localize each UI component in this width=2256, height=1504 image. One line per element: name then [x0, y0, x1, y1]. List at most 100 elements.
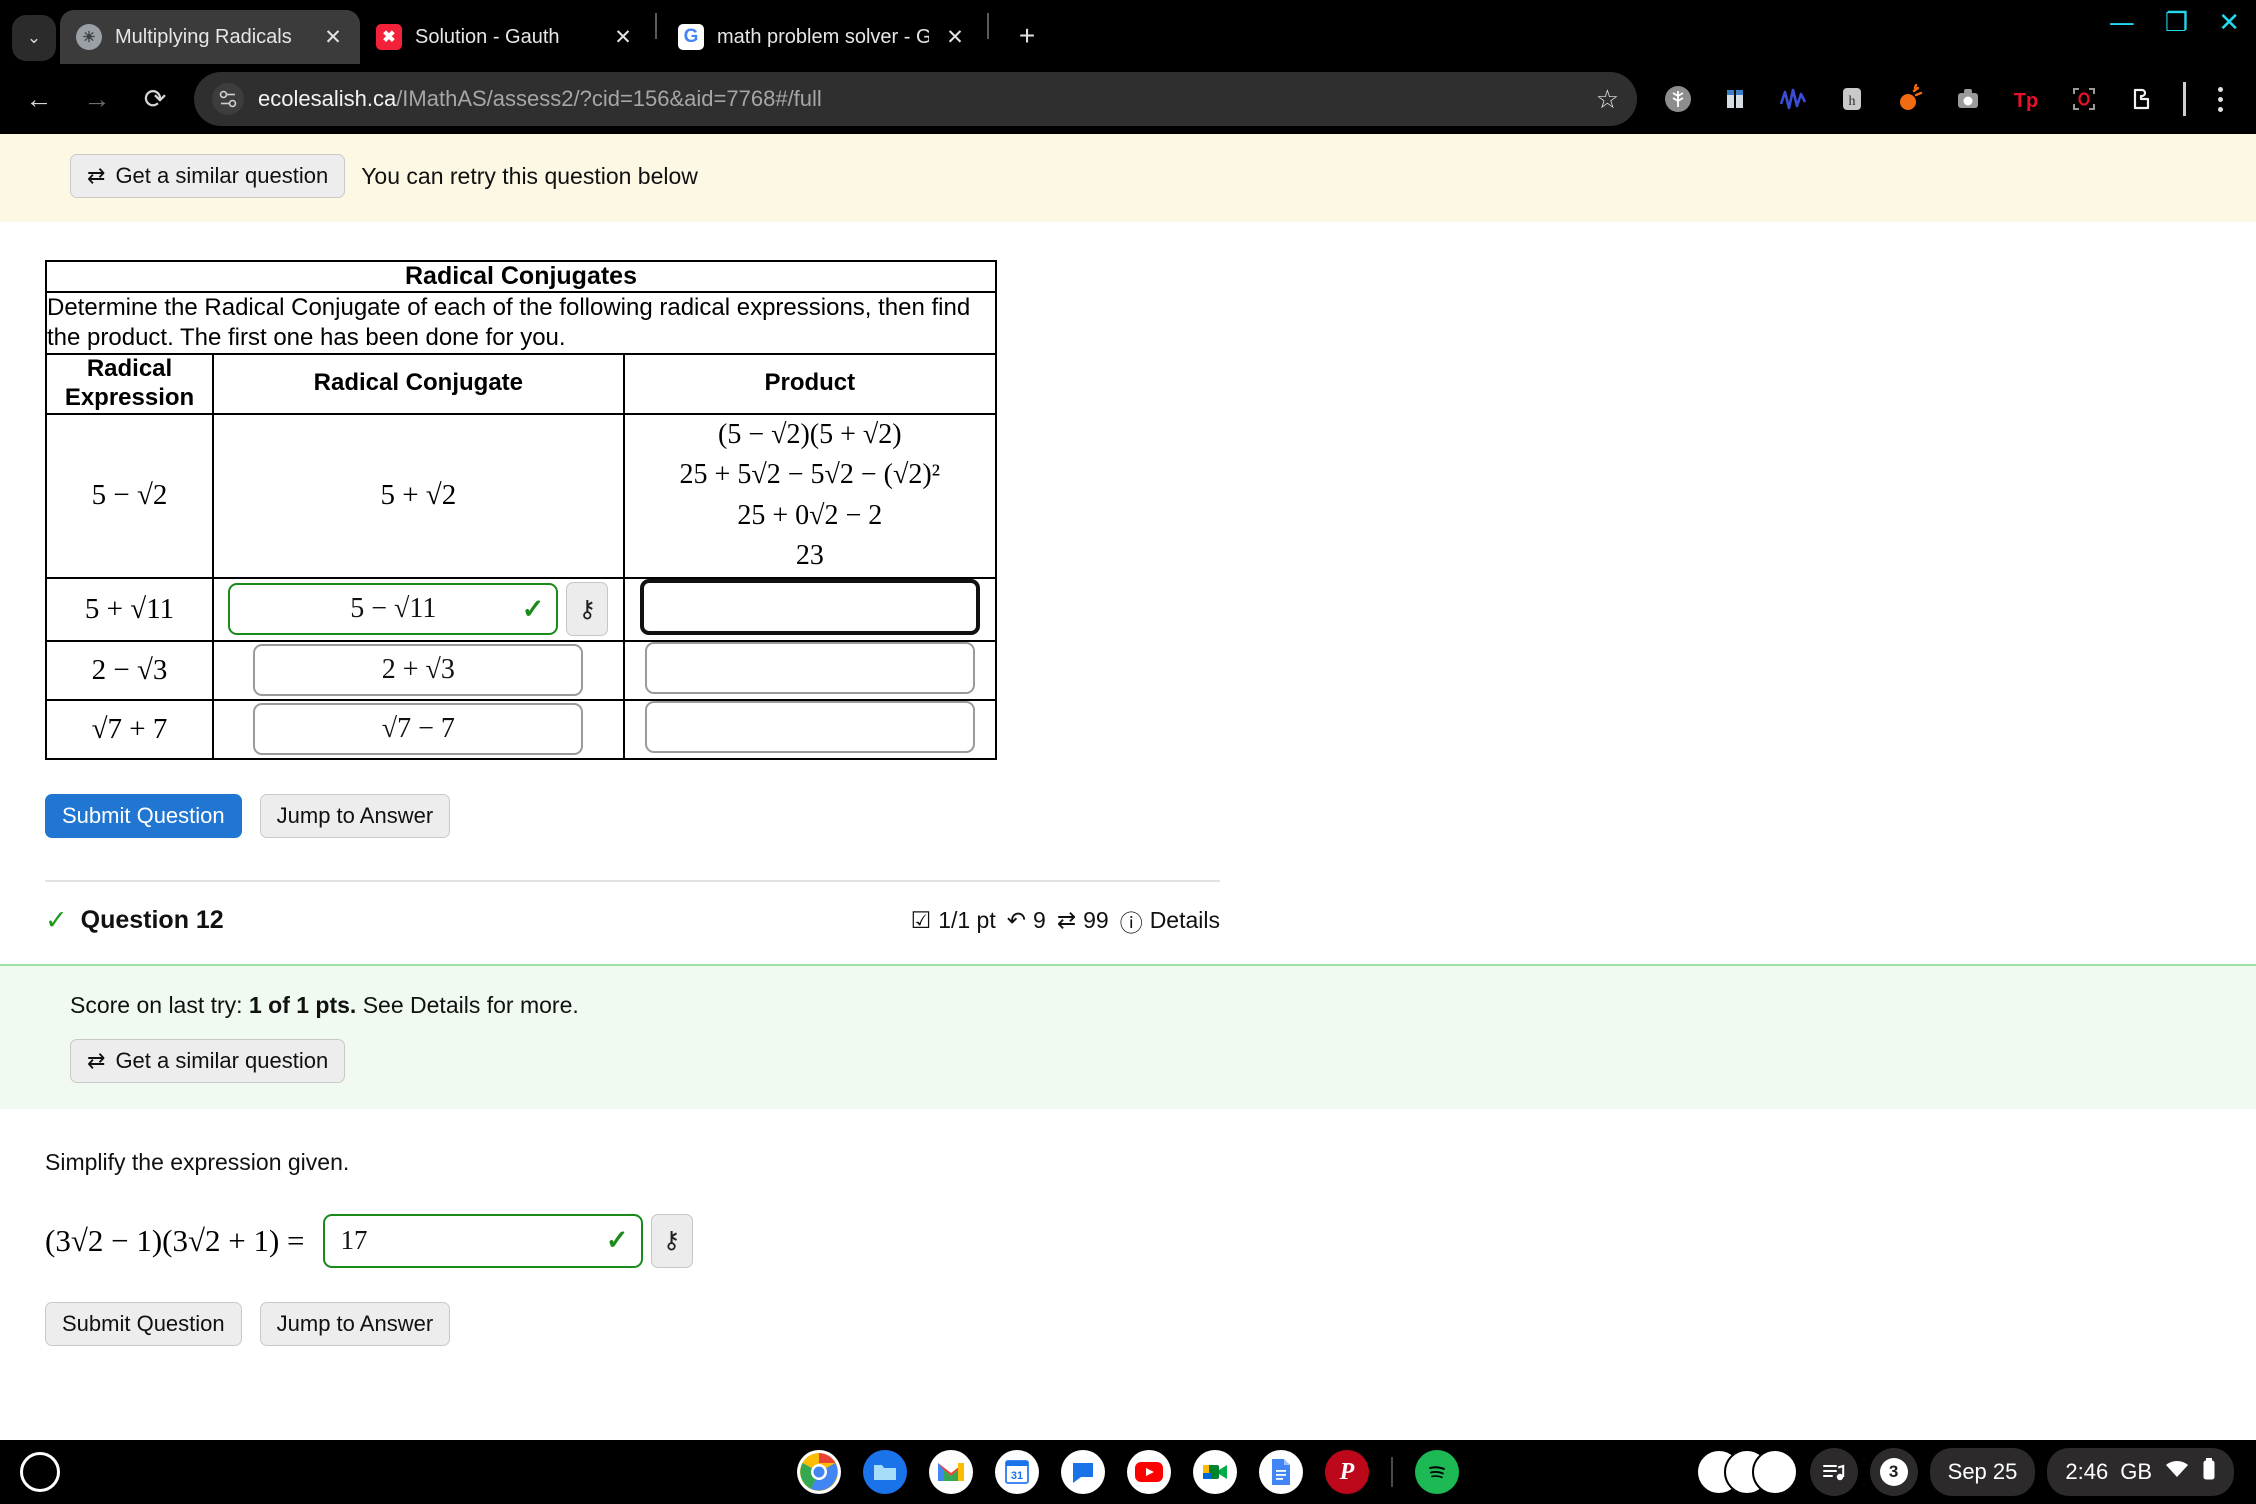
site-settings-icon[interactable] [212, 83, 244, 115]
reload-icon[interactable]: ⟳ [126, 70, 184, 128]
cell-conjugate-input: 2 + √3 [212, 639, 625, 701]
notifications-button[interactable]: 3 [1869, 1448, 1918, 1496]
tab-close-icon[interactable]: ✕ [942, 25, 968, 50]
retries-value: 99 [1083, 907, 1109, 934]
forward-icon[interactable]: → [68, 70, 126, 128]
pinterest-icon[interactable]: P [1325, 1450, 1369, 1494]
tab-multiplying-radicals[interactable]: ☀ Multiplying Radicals ✕ [60, 10, 360, 64]
google-icon: G [678, 24, 704, 50]
product-line: 25 + 5√2 − 5√2 − (√2)² [679, 459, 941, 491]
restore-icon[interactable]: ❐ [2165, 10, 2188, 36]
shelf-app-icons: 31 P [797, 1450, 1459, 1494]
address-bar[interactable]: ecolesalish.ca/IMathAS/assess2/?cid=156&… [194, 72, 1637, 126]
browser-menu-icon[interactable] [2198, 86, 2242, 112]
tab-search-button[interactable]: ⌄ [12, 15, 56, 61]
tab-close-icon[interactable]: ✕ [320, 25, 346, 50]
chevron-down-icon: ⌄ [26, 28, 42, 47]
question-12-answer-input[interactable]: 17 ✓ [322, 1213, 643, 1268]
gmail-icon[interactable] [929, 1450, 973, 1494]
status-area: 3 Sep 25 2:46 GB [1695, 1448, 2256, 1496]
product-line: 25 + 0√2 − 2 [737, 499, 883, 531]
submit-question-button-top[interactable]: Submit Question [45, 793, 242, 838]
docs-icon[interactable] [1259, 1450, 1303, 1494]
url-path: /IMathAS/assess2/?cid=156&aid=7768#/full [396, 86, 822, 111]
scan-extension-icon[interactable] [2055, 71, 2113, 127]
info-icon: ⓘ [1119, 909, 1143, 936]
bookmark-star-icon[interactable]: ☆ [1596, 84, 1619, 115]
globe-icon: ☀ [76, 24, 102, 50]
table-title: Radical Conjugates [45, 260, 997, 293]
launcher-button[interactable] [20, 1452, 60, 1492]
details-link[interactable]: ⓘ Details [1120, 904, 1220, 938]
retry-alert-banner: ⇄ Get a similar question You can retry t… [0, 134, 2256, 222]
score-text: Score on last try: 1 of 1 pts. See Detai… [70, 992, 2256, 1019]
conjugate-input-row2[interactable]: 5 − √11 ✓ [228, 583, 559, 636]
answer-row: (3√2 − 1)(3√2 + 1) = 17 ✓ ⚷ [45, 1213, 2256, 1268]
columns-extension-icon[interactable] [1707, 71, 1765, 127]
meet-icon[interactable] [1193, 1450, 1237, 1494]
jump-to-answer-button-top[interactable]: Jump to Answer [259, 793, 451, 838]
get-similar-question-button-top[interactable]: ⇄ Get a similar question [70, 154, 346, 198]
chrome-icon[interactable] [797, 1450, 841, 1494]
tab-math-problem-solver[interactable]: G math problem solver - Google S ✕ [662, 10, 982, 64]
answer-value: 17 [340, 1225, 368, 1256]
gauth-icon: ✖ [376, 24, 402, 50]
submit-question-button-q12[interactable]: Submit Question [45, 1301, 242, 1346]
waveform-extension-icon[interactable] [1765, 71, 1823, 127]
puzzle-extensions-icon[interactable] [2113, 71, 2171, 127]
camera-extension-icon[interactable] [1939, 71, 1997, 127]
conjugate-input-row4[interactable]: √7 − 7 [253, 703, 584, 756]
math-keyboard-button-q12[interactable]: ⚷ [650, 1213, 693, 1268]
battery-icon [2202, 1457, 2216, 1487]
youtube-icon[interactable] [1127, 1450, 1171, 1494]
minimize-icon[interactable]: — [2109, 10, 2135, 36]
jump-to-answer-button-q12[interactable]: Jump to Answer [259, 1301, 451, 1346]
product-input-row2[interactable] [639, 578, 980, 635]
spotify-icon[interactable] [1415, 1450, 1459, 1494]
refresh-icon: ⇄ [87, 1047, 106, 1073]
get-similar-question-button-q12[interactable]: ⇄ Get a similar question [70, 1038, 346, 1083]
tab-solution-gauth[interactable]: ✖ Solution - Gauth ✕ [360, 10, 650, 64]
back-icon[interactable]: ← [10, 70, 68, 128]
cell-product-input [622, 698, 998, 760]
attempts-value: 9 [1033, 907, 1046, 934]
score-suffix: See Details for more. [362, 991, 579, 1018]
chat-icon[interactable] [1061, 1450, 1105, 1494]
new-tab-button[interactable]: + [1008, 20, 1046, 52]
product-line: (5 − √2)(5 + √2) [718, 418, 902, 450]
question-meta: ☑ 1/1 pt ↶ 9 ⇄ 99 ⓘ Details [911, 904, 1220, 938]
product-input-row3[interactable] [644, 641, 975, 694]
h-extension-icon[interactable]: h [1823, 71, 1881, 127]
points-value: 1/1 pt [938, 907, 996, 934]
date-button[interactable]: Sep 25 [1929, 1448, 2036, 1496]
top-action-buttons: Submit Question Jump to Answer [45, 793, 2256, 838]
close-icon[interactable]: ✕ [2218, 10, 2240, 36]
refresh-icon: ⇄ [1056, 907, 1077, 934]
product-input-row4[interactable] [644, 700, 975, 753]
cell-conjugate-input: 5 − √11 ✓ ⚷ [212, 576, 625, 642]
attempts-meta: ↶ 9 [1007, 907, 1046, 934]
table-row: 5 − √2 5 + √2 (5 − √2)(5 + √2) 25 + 5√2 … [44, 412, 998, 579]
correct-check-icon: ✓ [521, 593, 545, 624]
cell-expression: √7 + 7 [44, 698, 215, 760]
svg-text:31: 31 [1011, 1470, 1023, 1482]
conjugate-input-row3[interactable]: 2 + √3 [253, 644, 584, 697]
tp-extension-icon[interactable]: Tp [1997, 71, 2055, 127]
window-previews[interactable] [1695, 1449, 1798, 1495]
math-keyboard-button[interactable]: ⚷ [566, 582, 609, 637]
tree-extension-icon[interactable] [1649, 71, 1707, 127]
system-shelf: 31 P 3 Sep 25 2:46 GB [0, 1440, 2256, 1504]
tab-close-icon[interactable]: ✕ [610, 25, 636, 50]
calendar-icon[interactable]: 31 [995, 1450, 1039, 1494]
files-icon[interactable] [863, 1450, 907, 1494]
tab-divider [655, 13, 657, 39]
button-label: Get a similar question [115, 1047, 329, 1073]
url-text: ecolesalish.ca/IMathAS/assess2/?cid=156&… [258, 86, 822, 112]
retries-meta: ⇄ 99 [1057, 907, 1109, 934]
media-controls-button[interactable] [1809, 1448, 1858, 1496]
cell-product-worked: (5 − √2)(5 + √2) 25 + 5√2 − 5√2 − (√2)² … [622, 412, 998, 579]
wifi-icon [2164, 1459, 2190, 1485]
radical-conjugates-table: Radical Conjugates Determine the Radical… [44, 260, 998, 760]
status-tray[interactable]: 2:46 GB [2047, 1448, 2234, 1496]
paint-blob-extension-icon[interactable] [1881, 71, 1939, 127]
